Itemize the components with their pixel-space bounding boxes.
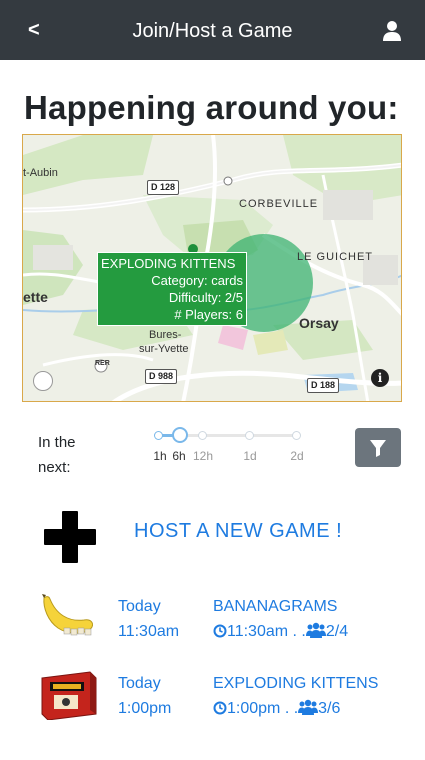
- clock-icon: [213, 701, 227, 715]
- game-details: 1:00pm . . 3/6: [213, 696, 340, 721]
- game-time: 1:00pm: [118, 700, 172, 717]
- tick-label-6h: 6h: [172, 449, 186, 463]
- time-range-slider[interactable]: 1h 6h 12h 1d 2d: [152, 427, 312, 468]
- map-label-corbeville: CORBEVILLE: [239, 198, 319, 210]
- host-new-game-link[interactable]: HOST A NEW GAME !: [134, 520, 342, 543]
- game-name: BANANAGRAMS: [213, 598, 338, 615]
- tick-label-1d: 1d: [243, 449, 257, 463]
- games-map[interactable]: t-Aubin CORBEVILLE LE GUICHET ette Bures…: [22, 134, 402, 402]
- page-title: Happening around you:: [24, 89, 399, 126]
- bananagrams-image: [42, 594, 93, 636]
- tick-label-12h: 12h: [192, 449, 214, 463]
- map-label-le-guichet: LE GUICHET: [297, 251, 374, 263]
- filter-icon: [370, 440, 386, 457]
- map-label-sur-yvette: sur-Yvette: [139, 343, 189, 355]
- road-badge-d128: D 128: [147, 180, 180, 195]
- game-name: EXPLODING KITTENS: [213, 675, 379, 692]
- popup-difficulty: Difficulty: 2/5: [168, 290, 243, 305]
- players-icon: [305, 622, 326, 638]
- slider-tick-12h[interactable]: [198, 431, 207, 440]
- info-icon[interactable]: i: [371, 369, 389, 387]
- game-start: 1:00pm . .: [227, 700, 299, 717]
- players-icon: [298, 699, 319, 715]
- game-row[interactable]: Today 1:00pm EXPLODING KITTENS 1:00pm . …: [0, 667, 425, 727]
- map-label-aubin: t-Aubin: [23, 167, 58, 179]
- slider-tick-1d[interactable]: [245, 431, 254, 440]
- popup-category: Category: cards: [151, 273, 243, 288]
- tick-label-2d: 2d: [290, 449, 304, 463]
- road-badge-d188: D 188: [307, 378, 340, 393]
- user-icon[interactable]: [381, 20, 403, 42]
- game-start: 11:30am . .: [227, 623, 306, 640]
- top-navbar: < Join/Host a Game: [0, 0, 425, 60]
- popup-players: # Players: 6: [174, 307, 243, 322]
- rer-icon: RER: [95, 360, 110, 367]
- filter-button[interactable]: [355, 428, 401, 467]
- popup-title: EXPLODING KITTENS: [101, 256, 236, 271]
- game-day: Today: [118, 675, 161, 692]
- game-players: 3/6: [318, 700, 341, 717]
- slider-handle[interactable]: [172, 427, 188, 443]
- slider-tick-1h[interactable]: [154, 431, 163, 440]
- road-badge-d988: D 988: [145, 369, 178, 384]
- exploding-kittens-image: [41, 671, 97, 720]
- map-logo-icon: [33, 371, 53, 391]
- map-label-bures: Bures-: [149, 329, 182, 341]
- tick-label-1h: 1h: [153, 449, 167, 463]
- game-players: 2/4: [325, 623, 349, 640]
- page-header-title: Join/Host a Game: [132, 20, 293, 42]
- game-time: 11:30am: [118, 623, 180, 640]
- game-details: 11:30am . . 2/4: [213, 619, 348, 644]
- slider-tick-2d[interactable]: [292, 431, 301, 440]
- plus-icon[interactable]: [44, 511, 96, 563]
- game-day: Today: [118, 598, 161, 615]
- map-label-orsay: Orsay: [299, 315, 339, 331]
- game-row[interactable]: Today 11:30am BANANAGRAMS 11:30am . . 2/…: [0, 590, 425, 650]
- clock-icon: [213, 624, 227, 638]
- map-label-yvette: ette: [23, 289, 48, 305]
- time-filter-label: In the next:: [38, 434, 76, 476]
- event-popup[interactable]: EXPLODING KITTENS Category: cards Diffic…: [97, 252, 247, 326]
